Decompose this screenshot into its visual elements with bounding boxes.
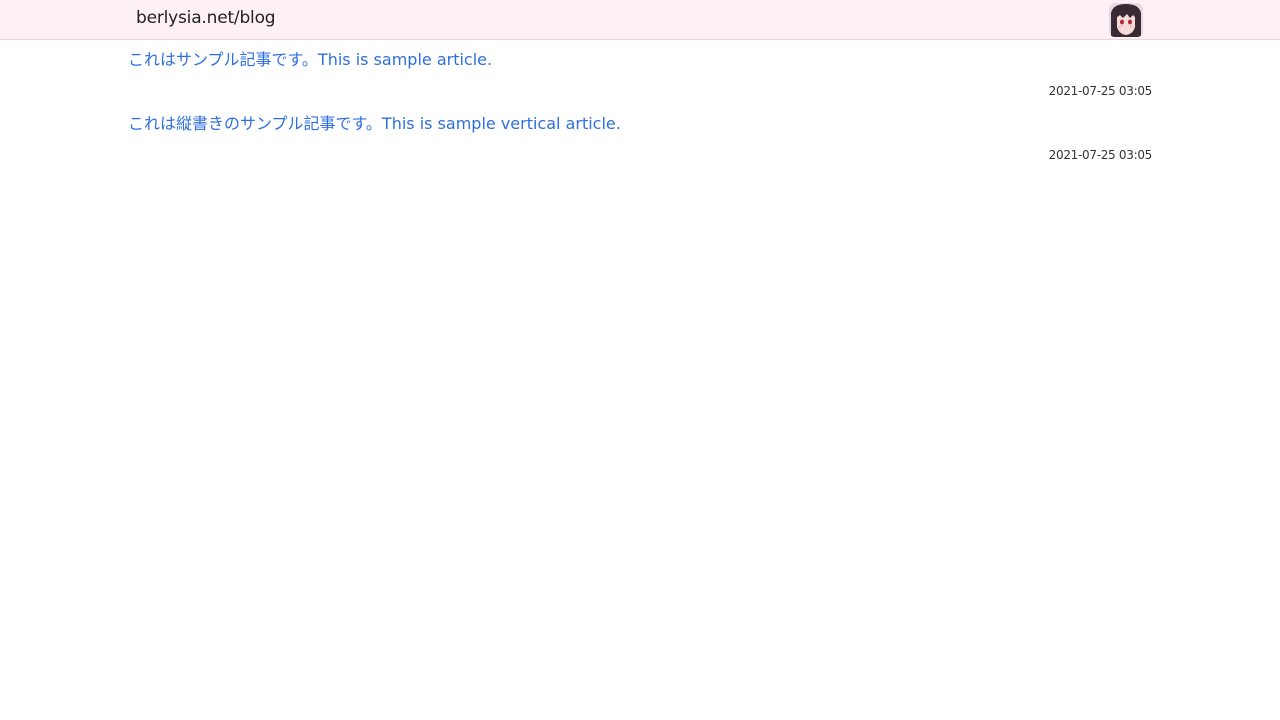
user-avatar-icon[interactable]: [1109, 3, 1143, 37]
article-list: これはサンプル記事です。This is sample article. 2021…: [128, 40, 1152, 168]
article-title-link[interactable]: これは縦書きのサンプル記事です。This is sample vertical …: [128, 114, 621, 134]
article-item: これはサンプル記事です。This is sample article. 2021…: [128, 40, 1152, 104]
article-date: 2021-07-25 03:05: [1048, 84, 1153, 98]
article-date: 2021-07-25 03:05: [1048, 148, 1153, 162]
site-title-link[interactable]: berlysia.net/blog: [136, 8, 276, 28]
article-title-link[interactable]: これはサンプル記事です。This is sample article.: [128, 50, 492, 70]
article-item: これは縦書きのサンプル記事です。This is sample vertical …: [128, 104, 1152, 168]
site-header: berlysia.net/blog: [0, 0, 1280, 40]
